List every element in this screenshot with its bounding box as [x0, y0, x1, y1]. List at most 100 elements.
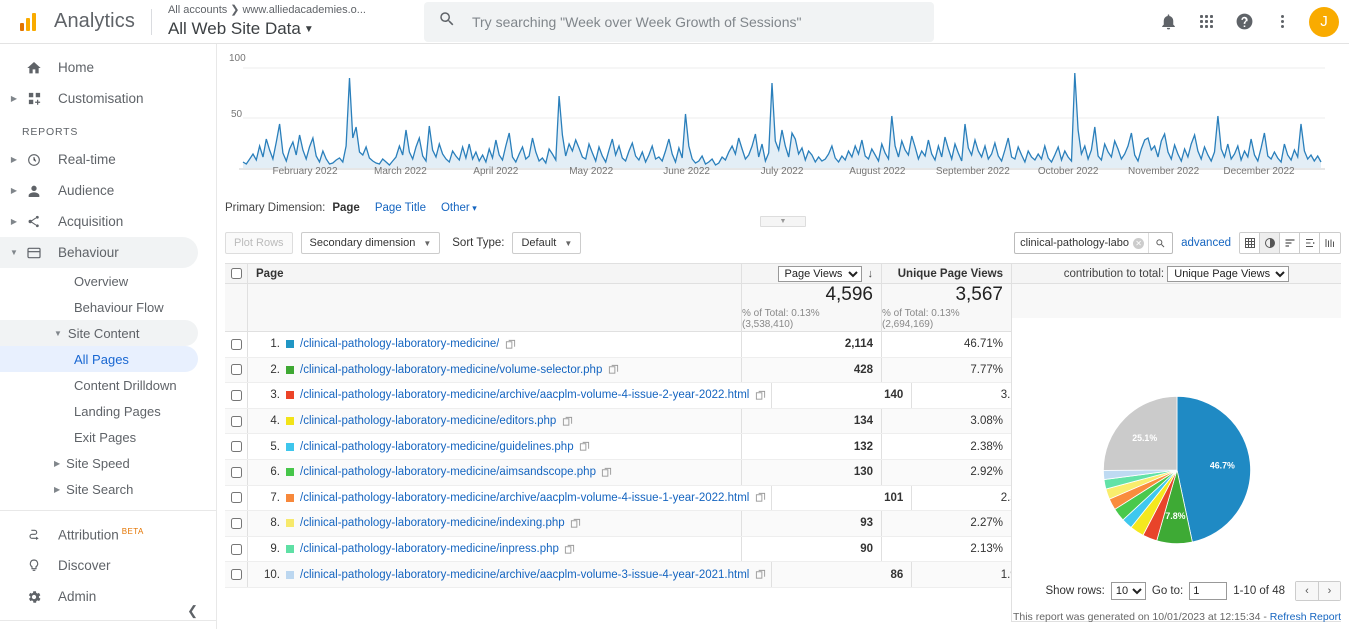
row-page-cell: 5. /clinical-pathology-laboratory-medicin… [247, 434, 741, 459]
show-rows-select[interactable]: 10 [1110, 582, 1146, 600]
comparison-view-icon[interactable] [1300, 233, 1320, 253]
row-checkbox[interactable] [230, 492, 242, 504]
row-checkbox[interactable] [230, 415, 242, 427]
sidebar-item-acquisition[interactable]: ▶ Acquisition [0, 206, 216, 237]
sidebar-item-site-search[interactable]: ▶ Site Search [0, 476, 216, 502]
plot-rows-button[interactable]: Plot Rows [225, 232, 293, 254]
global-search[interactable] [423, 1, 934, 42]
open-page-icon[interactable] [565, 518, 587, 529]
page-link[interactable]: /clinical-pathology-laboratory-medicine/… [300, 441, 574, 453]
sidebar-item-site-speed[interactable]: ▶ Site Speed [0, 450, 216, 476]
sidebar-item-home[interactable]: Home [0, 52, 216, 83]
page-link[interactable]: /clinical-pathology-laboratory-medicine/… [300, 364, 602, 376]
x-axis-tick: October 2022 [1037, 166, 1099, 177]
page-link[interactable]: /clinical-pathology-laboratory-medicine/… [300, 517, 565, 529]
report-generated-line: This report was generated on 10/01/2023 … [1013, 611, 1341, 623]
sidebar-item-customisation[interactable]: ▶ Customisation [0, 83, 216, 114]
collapse-icon[interactable]: ▼ [6, 248, 22, 257]
view-name[interactable]: All Web Site Data ▼ [168, 19, 366, 39]
avatar[interactable]: J [1309, 6, 1339, 37]
expander-icon[interactable]: ▶ [6, 94, 22, 103]
search-icon[interactable] [1148, 233, 1172, 253]
collapse-sidebar-button[interactable]: ❮ [187, 603, 198, 619]
metric1-select[interactable]: Page Views [777, 265, 862, 282]
expander-icon[interactable]: ▶ [6, 186, 22, 195]
secondary-dimension-button[interactable]: Secondary dimension ▼ [300, 232, 441, 254]
row-checkbox[interactable] [230, 569, 242, 581]
sidebar-item-admin[interactable]: Admin [0, 581, 216, 612]
sidebar-item-all-pages[interactable]: All Pages [0, 346, 198, 372]
sidebar-item-behaviour[interactable]: ▼ Behaviour [0, 237, 198, 268]
row-pageviews-cell: 132 [741, 434, 881, 459]
page-link[interactable]: /clinical-pathology-laboratory-medicine/… [300, 492, 749, 504]
page-link[interactable]: /clinical-pathology-laboratory-medicine/… [300, 389, 749, 401]
row-checkbox[interactable] [230, 466, 242, 478]
primary-dimension-page-title[interactable]: Page Title [375, 202, 426, 214]
open-page-icon[interactable] [749, 390, 771, 401]
page-link[interactable]: /clinical-pathology-laboratory-medicine/ [300, 338, 499, 350]
next-page-button[interactable]: › [1318, 582, 1340, 600]
sidebar-item-landing-pages[interactable]: Landing Pages [0, 398, 216, 424]
row-checkbox[interactable] [230, 441, 242, 453]
pie-view-icon[interactable] [1260, 233, 1280, 253]
more-options-icon[interactable] [1265, 5, 1299, 39]
select-all-checkbox[interactable] [230, 268, 242, 279]
clear-icon[interactable]: ✕ [1133, 237, 1145, 249]
row-checkbox[interactable] [230, 389, 242, 401]
apps-grid-icon[interactable] [1189, 5, 1223, 39]
primary-dimension-other[interactable]: Other [441, 202, 477, 214]
table-view-icon[interactable] [1240, 233, 1260, 253]
open-page-icon[interactable] [596, 467, 618, 478]
x-axis-tick: November 2022 [1128, 166, 1200, 177]
sidebar-item-realtime[interactable]: ▶ Real-time [0, 144, 216, 175]
table-search-input[interactable] [1015, 237, 1134, 249]
sidebar-item-audience[interactable]: ▶ Audience [0, 175, 216, 206]
table-search[interactable]: ✕ [1014, 232, 1174, 254]
open-page-icon[interactable] [499, 339, 521, 350]
goto-input[interactable] [1189, 582, 1228, 600]
contribution-select[interactable]: Unique Page Views [1167, 265, 1290, 282]
account-selector[interactable]: All accounts ❯ www.alliedacademies.o... Al… [168, 4, 366, 38]
sidebar-item-content-drilldown[interactable]: Content Drilldown [0, 372, 216, 398]
page-link[interactable]: /clinical-pathology-laboratory-medicine/… [300, 466, 596, 478]
open-page-icon[interactable] [602, 364, 624, 375]
open-page-icon[interactable] [556, 416, 578, 427]
open-page-icon[interactable] [574, 441, 596, 452]
sidebar-item-attribution[interactable]: Attribution BETA [0, 519, 216, 550]
sidebar-item-site-content[interactable]: ▼ Site Content [0, 320, 198, 346]
primary-dimension-current[interactable]: Page [332, 202, 360, 214]
notifications-bell-icon[interactable] [1151, 5, 1185, 39]
search-input[interactable] [469, 12, 920, 31]
page-link[interactable]: /clinical-pathology-laboratory-medicine/… [300, 569, 749, 581]
prev-page-button[interactable]: ‹ [1296, 582, 1318, 600]
breadcrumb-property[interactable]: www.alliedacademies.o... [242, 4, 366, 16]
sidebar-item-behaviour-flow[interactable]: Behaviour Flow [0, 294, 216, 320]
series-color-swatch [286, 493, 294, 502]
row-checkbox[interactable] [230, 543, 242, 555]
row-page-cell: 4. /clinical-pathology-laboratory-medicin… [247, 408, 741, 434]
sidebar-item-discover[interactable]: Discover [0, 550, 216, 581]
refresh-report-link[interactable]: Refresh Report [1270, 611, 1341, 623]
row-checkbox[interactable] [230, 338, 242, 350]
expander-icon[interactable]: ▶ [6, 155, 22, 164]
row-checkbox-cell [225, 466, 247, 478]
x-axis-tick: February 2022 [272, 166, 338, 177]
sidebar-item-overview[interactable]: Overview [0, 268, 216, 294]
row-checkbox[interactable] [230, 517, 242, 529]
expander-icon[interactable]: ▶ [6, 217, 22, 226]
open-page-icon[interactable] [749, 492, 771, 503]
breadcrumb-all-accounts[interactable]: All accounts [168, 4, 227, 16]
sort-desc-icon[interactable]: ↓ [868, 268, 874, 280]
open-page-icon[interactable] [559, 544, 581, 555]
advanced-link[interactable]: advanced [1181, 237, 1231, 249]
row-checkbox[interactable] [230, 364, 242, 376]
page-link[interactable]: /clinical-pathology-laboratory-medicine/… [300, 415, 556, 427]
sidebar-item-exit-pages[interactable]: Exit Pages [0, 424, 216, 450]
help-icon[interactable] [1227, 5, 1261, 39]
open-page-icon[interactable] [749, 569, 771, 580]
pivot-view-icon[interactable] [1320, 233, 1340, 253]
sort-type-button[interactable]: Default ▼ [512, 232, 582, 254]
performance-view-icon[interactable] [1280, 233, 1300, 253]
x-axis-tick: July 2022 [760, 166, 804, 177]
page-link[interactable]: /clinical-pathology-laboratory-medicine/… [300, 543, 559, 555]
